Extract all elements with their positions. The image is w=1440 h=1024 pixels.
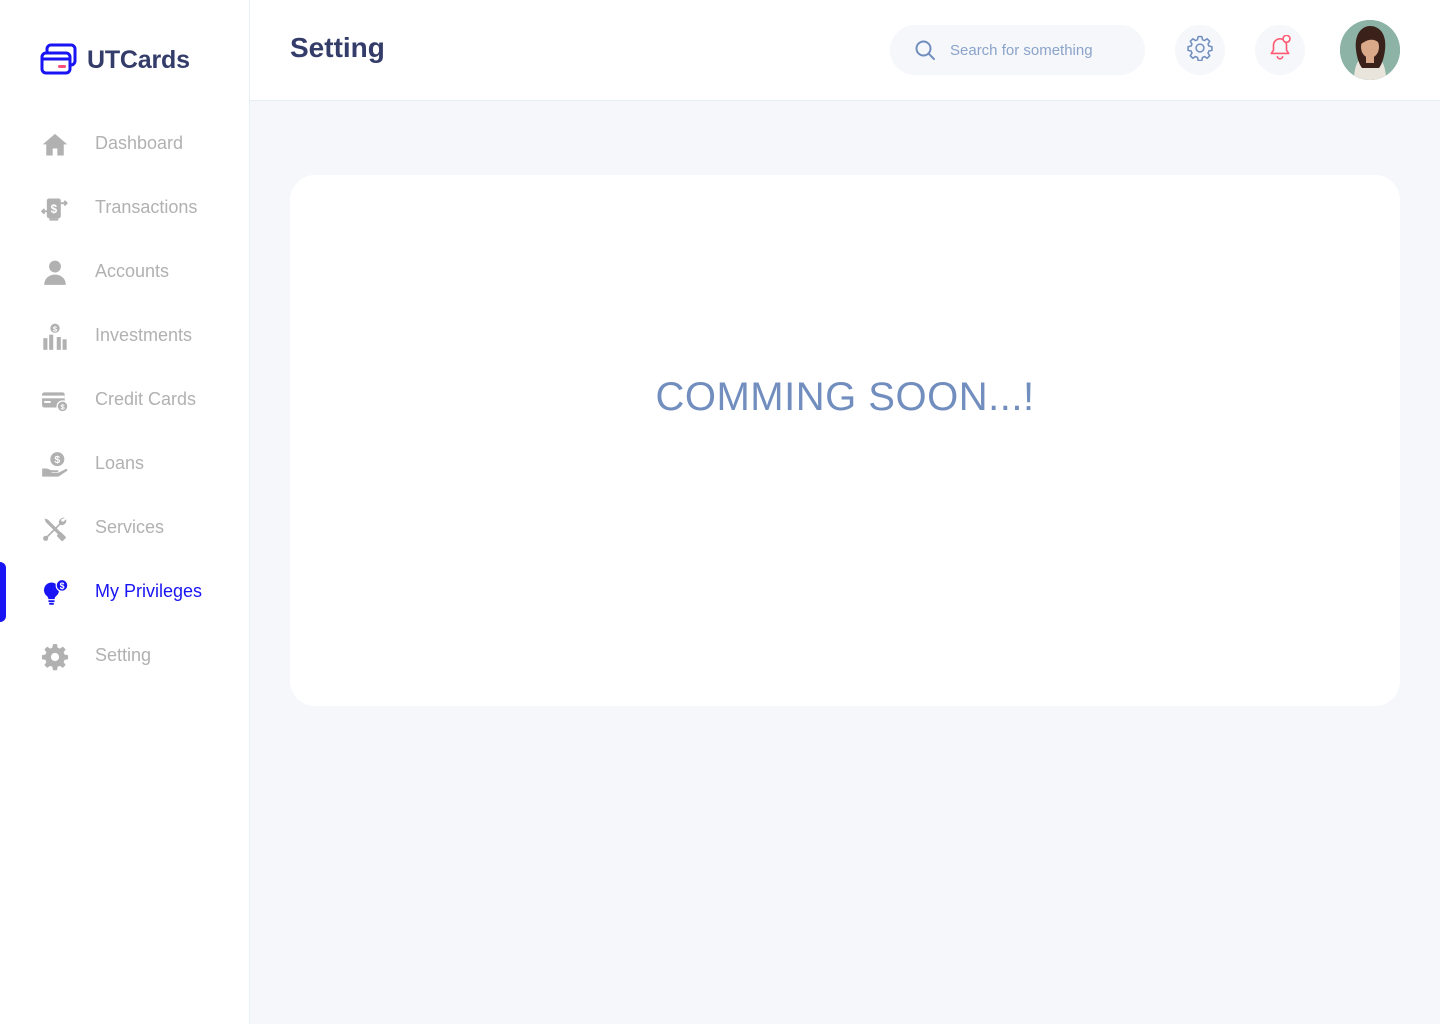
sidebar-item-services[interactable]: Services [0,496,250,560]
search-input[interactable] [950,25,1130,75]
search-icon [914,39,936,66]
sidebar-item-loans[interactable]: $ Loans [0,432,250,496]
sidebar-item-label: Accounts [95,261,170,281]
sidebar-item-transactions[interactable]: $ Transactions [0,176,250,240]
sidebar-item-label: My Privileges [95,581,203,601]
transfer-icon: $ [40,194,70,224]
sidebar-item-label: Credit Cards [95,389,197,409]
sidebar-item-label: Setting [95,645,152,665]
sidebar-item-label: Investments [95,325,193,345]
sidebar: UTCards Dashboard $ Transactions Account… [0,0,250,1024]
content-card: COMMING SOON...! [290,175,1400,706]
sidebar-item-my-privileges[interactable]: $ My Privileges [0,560,250,624]
gear-icon [1187,35,1213,66]
coming-soon-message: COMMING SOON...! [655,375,1035,419]
sidebar-item-setting[interactable]: Setting [0,624,250,688]
logo[interactable]: UTCards [40,43,190,77]
privileges-icon: $ [40,578,70,608]
bell-icon [1267,34,1293,66]
sidebar-nav: Dashboard $ Transactions Accounts $ Inve… [0,112,250,688]
sidebar-item-label: Dashboard [95,133,184,153]
app-name: UTCards [87,45,190,74]
top-header: Setting [250,0,1440,101]
svg-text:$: $ [60,581,65,591]
svg-text:$: $ [51,203,58,216]
sidebar-item-investments[interactable]: $ Investments [0,304,250,368]
sidebar-item-label: Loans [95,453,145,473]
loan-icon: $ [40,450,70,480]
search-bar[interactable] [890,25,1145,75]
home-icon [40,130,70,160]
investment-icon: $ [40,322,70,352]
page-title: Setting [290,32,385,63]
user-icon [40,258,70,288]
svg-text:$: $ [54,454,60,466]
sidebar-item-dashboard[interactable]: Dashboard [0,112,250,176]
active-indicator [0,562,6,622]
avatar[interactable] [1340,20,1400,80]
sidebar-item-label: Services [95,517,165,537]
settings-button[interactable] [1175,25,1225,75]
sidebar-item-credit-cards[interactable]: $ Credit Cards [0,368,250,432]
card-logo-icon [40,43,77,75]
sidebar-item-label: Transactions [95,197,198,217]
services-icon [40,514,70,544]
credit-card-icon: $ [40,386,70,416]
notifications-button[interactable] [1255,25,1305,75]
gear-icon [40,642,70,672]
sidebar-item-accounts[interactable]: Accounts [0,240,250,304]
